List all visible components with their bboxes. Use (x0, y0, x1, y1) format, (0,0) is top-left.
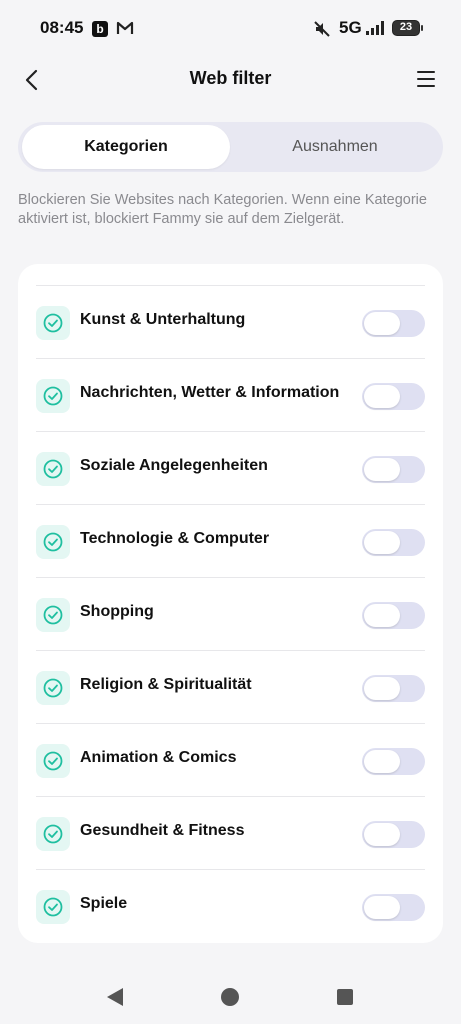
category-label: Soziale Angelegenheiten (80, 457, 268, 474)
category-row: Religion & Spiritualität (18, 651, 443, 724)
toggle-knob (364, 604, 400, 627)
category-row: Animation & Comics (18, 724, 443, 797)
category-toggle[interactable] (362, 529, 425, 556)
category-label: Gesundheit & Fitness (80, 822, 245, 839)
category-row: Shopping (18, 578, 443, 651)
app-header: Web filter (0, 56, 461, 106)
toggle-knob (364, 823, 400, 846)
gmail-icon (116, 21, 134, 34)
status-time: 08:45 (40, 18, 84, 37)
check-icon (36, 525, 70, 559)
mute-icon (314, 21, 330, 37)
category-toggle[interactable] (362, 748, 425, 775)
category-toggle[interactable] (362, 894, 425, 921)
toggle-knob (364, 458, 400, 481)
category-list-card: Kunst & Unterhaltung Nachrichten, Wetter… (18, 264, 443, 943)
toggle-knob (364, 677, 400, 700)
description-text: Blockieren Sie Websites nach Kategorien.… (18, 192, 427, 227)
category-row: Kunst & Unterhaltung (18, 286, 443, 359)
battery-icon: 23 (392, 20, 423, 36)
category-toggle[interactable] (362, 383, 425, 410)
category-label: Spiele (80, 895, 128, 912)
toggle-knob (364, 385, 400, 408)
tab-ausnahmen[interactable]: Ausnahmen (231, 125, 439, 169)
toggle-knob (364, 531, 400, 554)
check-icon (36, 817, 70, 851)
category-toggle[interactable] (362, 602, 425, 629)
category-row: Gesundheit & Fitness (18, 797, 443, 870)
category-label: Shopping (80, 603, 154, 620)
check-icon (36, 379, 70, 413)
category-label: Religion & Spiritualität (80, 676, 252, 693)
toggle-knob (364, 312, 400, 335)
nav-back-icon[interactable] (107, 988, 123, 1006)
check-icon (36, 598, 70, 632)
page-title: Web filter (189, 68, 272, 88)
category-label: Animation & Comics (80, 749, 237, 766)
tab-kategorien[interactable]: Kategorien (22, 125, 230, 169)
category-row: Technologie & Computer (18, 505, 443, 578)
check-icon (36, 744, 70, 778)
check-icon (36, 452, 70, 486)
check-icon (36, 890, 70, 924)
segmented-tabs: Kategorien Ausnahmen (18, 122, 443, 172)
category-toggle[interactable] (362, 310, 425, 337)
category-row: Nachrichten, Wetter & Information (18, 359, 443, 432)
nav-recents-icon[interactable] (337, 989, 353, 1005)
menu-icon[interactable] (417, 70, 437, 88)
category-toggle[interactable] (362, 675, 425, 702)
signal-icon (366, 21, 384, 35)
category-toggle[interactable] (362, 821, 425, 848)
toggle-knob (364, 750, 400, 773)
b-app-icon: b (92, 21, 108, 37)
status-bar: 08:45 b 5G 23 (0, 0, 461, 56)
check-icon (36, 671, 70, 705)
category-label: Nachrichten, Wetter & Information (80, 384, 340, 401)
nav-home-icon[interactable] (221, 988, 239, 1006)
toggle-knob (364, 896, 400, 919)
check-icon (36, 306, 70, 340)
category-row: Spiele (18, 870, 443, 943)
network-type: 5G (339, 18, 362, 37)
category-row: Soziale Angelegenheiten (18, 432, 443, 505)
category-label: Kunst & Unterhaltung (80, 311, 246, 328)
category-label: Technologie & Computer (80, 530, 270, 547)
system-nav-bar (0, 970, 461, 1024)
category-toggle[interactable] (362, 456, 425, 483)
